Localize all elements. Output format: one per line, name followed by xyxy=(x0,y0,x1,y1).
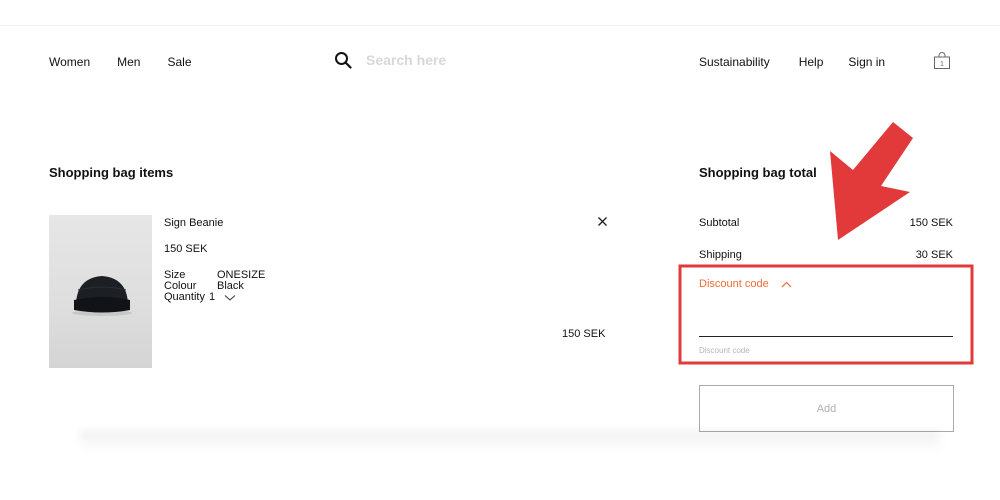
top-divider xyxy=(0,25,1000,26)
close-icon[interactable] xyxy=(597,216,608,227)
shopping-bag-icon[interactable]: 1 xyxy=(933,52,951,70)
shipping-row: Shipping 30 SEK xyxy=(699,249,953,261)
bag-count: 1 xyxy=(940,61,944,68)
quantity-select[interactable]: 1 xyxy=(205,292,236,303)
main-nav: Women Men Sale xyxy=(49,55,219,69)
subtotal-value: 150 SEK xyxy=(909,217,953,229)
quantity-label: Quantity xyxy=(164,291,205,303)
total-section-title: Shopping bag total xyxy=(699,165,817,180)
quantity-value: 1 xyxy=(208,291,216,303)
chevron-down-icon xyxy=(224,294,236,301)
item-price: 150 SEK xyxy=(164,243,208,255)
item-line-total: 150 SEK xyxy=(562,328,606,340)
discount-field-caption: Discount code xyxy=(699,346,750,355)
nav-link-sign-in[interactable]: Sign in xyxy=(848,55,885,69)
subtotal-row: Subtotal 150 SEK xyxy=(699,217,953,229)
item-attributes: Size ONESIZE Colour Black Quantity 1 xyxy=(164,270,265,303)
nav-link-women[interactable]: Women xyxy=(49,55,90,69)
search-input[interactable] xyxy=(366,52,566,68)
add-discount-button[interactable]: Add xyxy=(699,385,954,432)
product-image[interactable] xyxy=(49,215,152,368)
discount-toggle-label: Discount code xyxy=(699,278,769,290)
nav-link-men[interactable]: Men xyxy=(117,55,140,69)
attr-value: Black xyxy=(217,280,244,292)
utility-nav: Sustainability Help Sign in xyxy=(699,55,913,69)
search-bar xyxy=(334,51,566,69)
discount-code-input[interactable] xyxy=(699,316,953,337)
shipping-label: Shipping xyxy=(699,249,742,261)
nav-link-sale[interactable]: Sale xyxy=(167,55,191,69)
discount-code-toggle[interactable]: Discount code xyxy=(699,278,792,290)
subtotal-label: Subtotal xyxy=(699,217,740,229)
item-name[interactable]: Sign Beanie xyxy=(164,217,223,229)
bottom-shadow xyxy=(80,430,940,452)
chevron-up-icon xyxy=(781,281,792,287)
nav-link-sustainability[interactable]: Sustainability xyxy=(699,55,770,69)
attr-row-quantity: Quantity 1 xyxy=(164,292,265,303)
beanie-illustration xyxy=(72,276,132,316)
items-section-title: Shopping bag items xyxy=(49,165,174,180)
checkout-page: Women Men Sale Sustainability Help Sign … xyxy=(0,0,1000,500)
search-icon[interactable] xyxy=(334,51,352,69)
shipping-value: 30 SEK xyxy=(915,249,953,261)
nav-link-help[interactable]: Help xyxy=(799,55,824,69)
